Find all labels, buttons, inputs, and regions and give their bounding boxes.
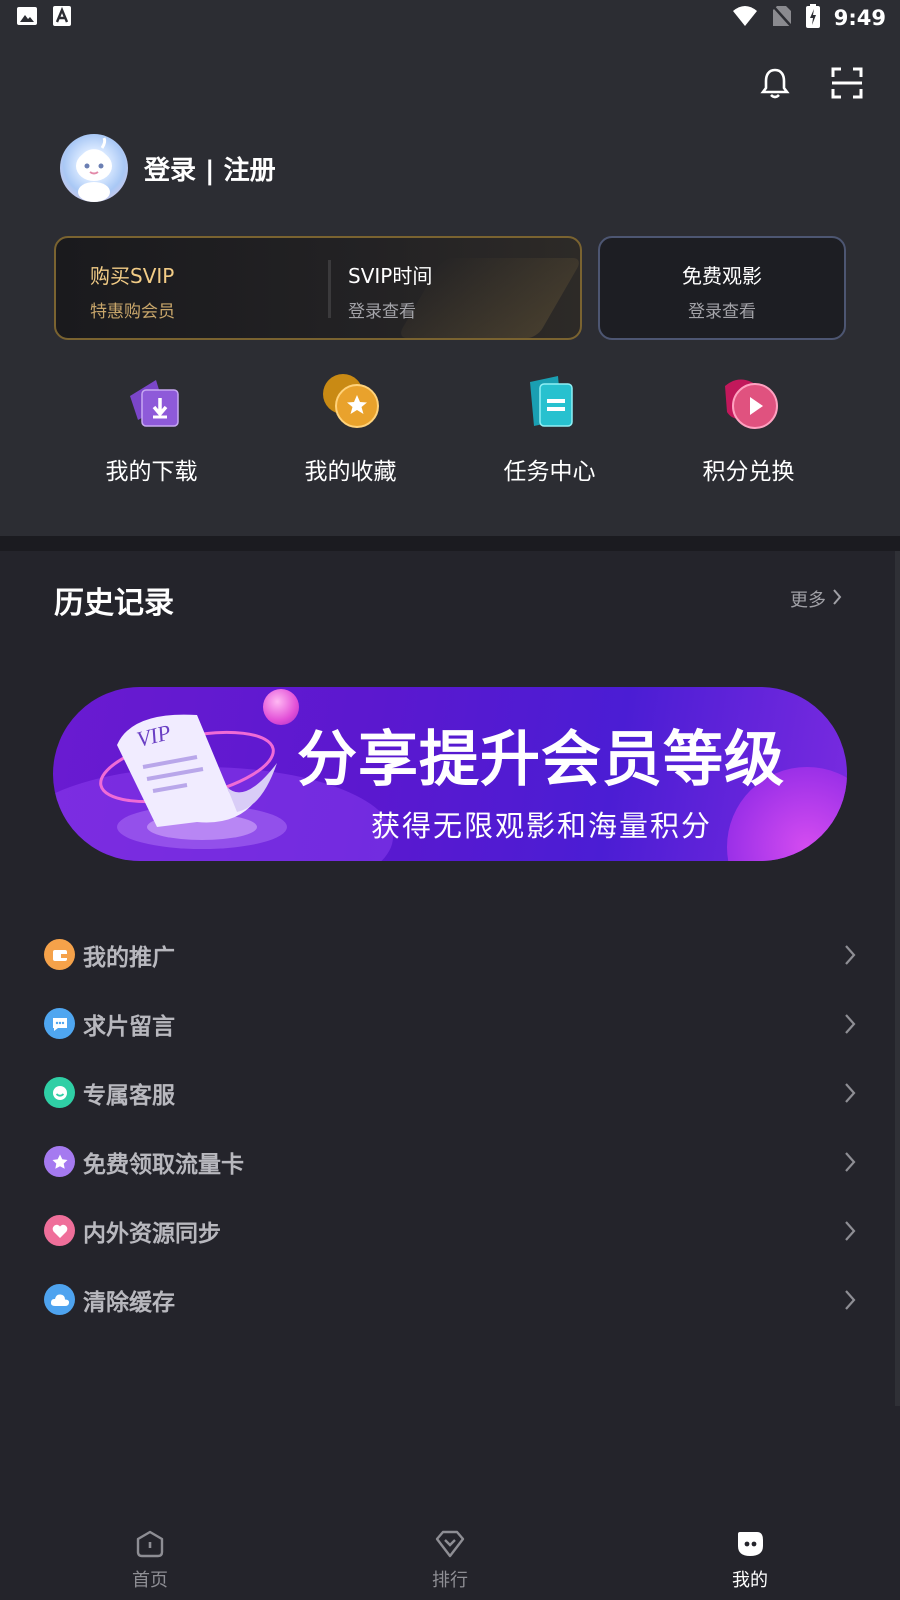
svip-time-title: SVIP时间 [348, 264, 433, 288]
menu-item-label: 求片留言 [83, 1013, 175, 1040]
task-icon [520, 372, 580, 432]
menu-item-label: 免费领取流量卡 [83, 1151, 244, 1178]
nav-profile[interactable]: 我的 [600, 1512, 900, 1600]
nav-profile-label: 我的 [732, 1570, 768, 1591]
star-icon [321, 372, 381, 432]
chevron-right-icon [844, 1289, 856, 1315]
login-register-link[interactable]: 登录 | 注册 [144, 150, 276, 187]
quick-action-favorites[interactable]: 我的收藏 [251, 372, 450, 486]
cloud-icon [44, 1284, 75, 1315]
menu-item-promotion[interactable]: 我的推广 [44, 920, 856, 989]
chevron-right-icon [844, 944, 856, 970]
menu-item-customer-service[interactable]: 专属客服 [44, 1058, 856, 1127]
avatar[interactable] [60, 134, 128, 202]
share-vip-banner[interactable]: VIP 分享提升会员等级 获得无限观影和海量积分 [53, 687, 847, 861]
play-icon [719, 372, 779, 432]
bottom-navigation: 首页 排行 我的 [0, 1512, 900, 1600]
quick-action-points-label: 积分兑换 [702, 459, 795, 485]
promote-icon [44, 939, 75, 970]
wifi-icon [732, 5, 758, 31]
banner-subtitle: 获得无限观影和海量积分 [371, 809, 713, 843]
chevron-right-icon [844, 1082, 856, 1108]
menu-item-clear-cache[interactable]: 清除缓存 [44, 1265, 856, 1334]
history-more-label: 更多 [790, 590, 826, 611]
menu-item-resource-sync[interactable]: 内外资源同步 [44, 1196, 856, 1265]
history-title: 历史记录 [54, 586, 174, 621]
chevron-right-icon [832, 588, 842, 611]
buy-svip-button[interactable]: 购买SVIP 特惠购会员 [90, 260, 175, 322]
chevron-right-icon [844, 1151, 856, 1177]
sim-card-icon [44, 1146, 75, 1177]
login-row[interactable]: 登录 | 注册 [60, 134, 276, 202]
battery-charging-icon [805, 4, 820, 32]
vip-ticket-icon: VIP [99, 714, 287, 849]
home-icon [136, 1530, 164, 1562]
quick-action-tasks-label: 任务中心 [503, 459, 596, 485]
nav-home[interactable]: 首页 [0, 1512, 300, 1600]
quick-actions: 我的下载 我的收藏 任务中心 积分兑换 [52, 372, 848, 486]
vip-divider [328, 260, 331, 318]
menu-item-free-sim-card[interactable]: 免费领取流量卡 [44, 1127, 856, 1196]
free-watch-card[interactable]: 免费观影 登录查看 [598, 236, 846, 340]
heart-icon [44, 1215, 75, 1246]
service-icon [44, 1077, 75, 1108]
section-divider [0, 536, 900, 551]
nav-ranking-label: 排行 [432, 1570, 468, 1591]
history-more-link[interactable]: 更多 [790, 586, 842, 612]
svip-time-button[interactable]: SVIP时间 登录查看 [348, 260, 432, 322]
vip-card[interactable]: 购买SVIP 特惠购会员 SVIP时间 登录查看 [54, 236, 582, 340]
nav-ranking[interactable]: 排行 [300, 1512, 600, 1600]
image-notification-icon [16, 5, 38, 31]
clock: 9:49 [833, 6, 886, 30]
text-notification-icon [52, 5, 72, 31]
scan-icon[interactable] [828, 64, 866, 102]
download-icon [122, 372, 182, 432]
quick-action-favorites-label: 我的收藏 [304, 459, 397, 485]
free-watch-title: 免费观影 [682, 264, 762, 288]
bell-icon[interactable] [756, 64, 794, 102]
no-sim-icon [771, 5, 792, 31]
menu-item-request-message[interactable]: 求片留言 [44, 989, 856, 1058]
quick-action-download-label: 我的下载 [105, 459, 198, 485]
nav-home-label: 首页 [132, 1570, 168, 1591]
menu-item-label: 我的推广 [83, 944, 175, 971]
menu-item-label: 专属客服 [83, 1082, 175, 1109]
free-watch-subtitle: 登录查看 [688, 302, 756, 322]
banner-title: 分享提升会员等级 [297, 725, 785, 795]
chevron-right-icon [844, 1013, 856, 1039]
quick-action-tasks[interactable]: 任务中心 [450, 372, 649, 486]
message-icon [44, 1008, 75, 1039]
chevron-right-icon [844, 1220, 856, 1246]
ranking-icon [435, 1530, 465, 1562]
menu-item-label: 内外资源同步 [83, 1220, 221, 1247]
quick-action-download[interactable]: 我的下载 [52, 372, 251, 486]
quick-action-points[interactable]: 积分兑换 [649, 372, 848, 486]
status-bar: 9:49 [0, 0, 900, 36]
menu-item-label: 清除缓存 [83, 1289, 175, 1316]
buy-svip-subtitle: 特惠购会员 [90, 302, 175, 322]
settings-menu: 我的推广 求片留言 专属客服 免费领取流量卡 内外资源同步 清除缓存 [44, 920, 856, 1334]
profile-header: 登录 | 注册 购买SVIP 特惠购会员 SVIP时间 登录查看 免费观影 登录… [0, 36, 900, 536]
svip-time-subtitle: 登录查看 [348, 302, 416, 322]
buy-svip-title: 购买SVIP [90, 264, 175, 288]
profile-icon [735, 1530, 765, 1562]
